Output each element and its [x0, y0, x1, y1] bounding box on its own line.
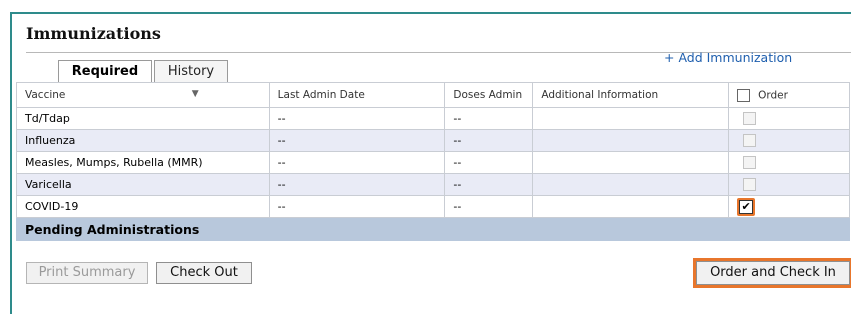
col-header-order-label: Order [758, 89, 788, 101]
table-row: COVID-19 -- -- ✔ [16, 195, 850, 218]
table-header-row: Vaccine ▼ Last Admin Date Doses Admin Ad… [16, 82, 850, 108]
tab-required[interactable]: Required [58, 60, 152, 84]
table-row: Measles, Mumps, Rubella (MMR) -- -- [16, 151, 850, 174]
vaccine-table: Vaccine ▼ Last Admin Date Doses Admin Ad… [16, 82, 850, 241]
additional-info [532, 129, 730, 152]
order-checkbox-highlight: ✔ [737, 197, 756, 216]
order-and-check-in-button[interactable]: Order and Check In [696, 261, 850, 285]
order-cell: ✔ [728, 195, 850, 218]
order-cell [728, 129, 850, 152]
col-header-doses-admin: Doses Admin [444, 82, 534, 108]
sort-caret-icon[interactable]: ▼ [192, 89, 199, 99]
last-admin-date: -- [268, 129, 446, 152]
check-out-button[interactable]: Check Out [156, 262, 252, 284]
vaccine-name: Td/Tdap [16, 107, 270, 130]
doses-admin: -- [444, 129, 534, 152]
vaccine-name: COVID-19 [16, 195, 270, 218]
doses-admin: -- [444, 151, 534, 174]
doses-admin: -- [444, 107, 534, 130]
add-immunization-link[interactable]: + Add Immunization [664, 50, 792, 65]
additional-info [532, 195, 730, 218]
additional-info [532, 173, 730, 196]
last-admin-date: -- [268, 151, 446, 174]
table-row: Td/Tdap -- -- [16, 107, 850, 130]
pending-administrations-bar: Pending Administrations [16, 217, 850, 241]
col-header-additional-info: Additional Information [532, 82, 730, 108]
order-cell [728, 173, 850, 196]
order-checkbox[interactable] [743, 156, 757, 170]
table-row: Influenza -- -- [16, 129, 850, 152]
doses-admin: -- [444, 173, 534, 196]
vaccine-name: Influenza [16, 129, 270, 152]
additional-info [532, 151, 730, 174]
additional-info [532, 107, 730, 130]
doses-admin: -- [444, 195, 534, 218]
last-admin-date: -- [268, 173, 446, 196]
table-row: Varicella -- -- [16, 173, 850, 196]
last-admin-date: -- [268, 195, 446, 218]
order-checkbox[interactable] [743, 134, 757, 148]
order-checkbox[interactable] [743, 112, 757, 126]
select-all-order-checkbox[interactable] [737, 88, 751, 102]
section-title: Immunizations [26, 24, 161, 43]
order-checkbox[interactable] [743, 178, 757, 192]
col-header-vaccine-label: Vaccine [25, 89, 66, 101]
col-header-last-admin-date: Last Admin Date [268, 82, 446, 108]
order-cell [728, 151, 850, 174]
vaccine-name: Measles, Mumps, Rubella (MMR) [16, 151, 270, 174]
col-header-order: Order [728, 82, 850, 108]
pending-administrations-label: Pending Administrations [16, 217, 850, 241]
col-header-vaccine[interactable]: Vaccine ▼ [16, 82, 270, 108]
vaccine-name: Varicella [16, 173, 270, 196]
print-summary-button[interactable]: Print Summary [26, 262, 148, 284]
last-admin-date: -- [268, 107, 446, 130]
order-cell [728, 107, 850, 130]
tab-history[interactable]: History [154, 60, 228, 83]
order-checkbox-checked[interactable]: ✔ [739, 199, 754, 214]
